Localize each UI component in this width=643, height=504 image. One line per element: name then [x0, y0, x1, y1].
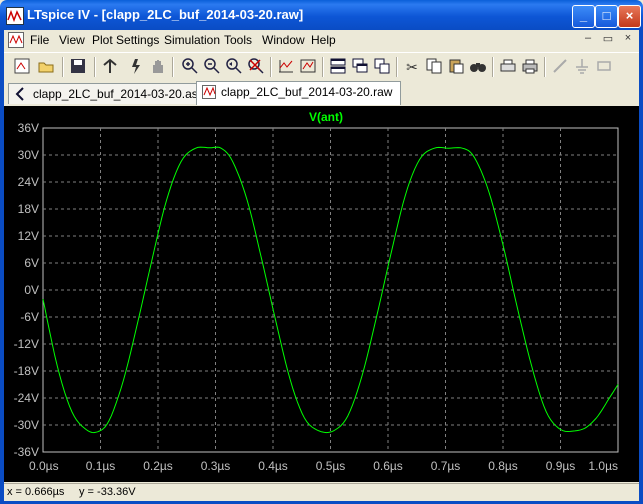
- maximize-button[interactable]: □: [595, 5, 618, 28]
- x-tick-label: 0.5µs: [316, 459, 346, 473]
- y-tick-label: -6V: [20, 310, 39, 324]
- toolbar-separator: [322, 57, 324, 77]
- zoom-out-icon[interactable]: [202, 57, 222, 77]
- toolbar: ✂: [4, 52, 639, 82]
- menu-view[interactable]: View: [59, 33, 85, 47]
- paste-icon[interactable]: [446, 57, 466, 77]
- mdi-minimize-button[interactable]: –: [580, 32, 596, 47]
- menu-tools[interactable]: Tools: [224, 33, 252, 47]
- zoom-back-icon[interactable]: [224, 57, 244, 77]
- window-frame-right: [639, 30, 643, 504]
- window-title: LTspice IV - [clapp_2LC_buf_2014-03-20.r…: [27, 7, 304, 22]
- y-tick-label: 0V: [24, 283, 39, 297]
- save-icon[interactable]: [68, 57, 88, 77]
- copy-icon[interactable]: [424, 57, 444, 77]
- cut-icon[interactable]: ✂: [402, 57, 422, 77]
- cascade-icon[interactable]: [350, 57, 370, 77]
- autorange-icon[interactable]: [276, 57, 296, 77]
- waveform-icon: [202, 85, 216, 99]
- y-tick-label: 18V: [18, 202, 39, 216]
- x-axis-ticks: 0.0µs 0.1µs 0.2µs 0.3µs 0.4µs 0.5µs 0.6µs 0.7µs…: [29, 459, 618, 473]
- y-tick-label: 12V: [18, 229, 39, 243]
- y-axis-ticks: 36V 30V 24V 18V 12V 6V 0V -6V -12V -18V -24V -30V -3…: [14, 121, 39, 459]
- toolbar-separator: [172, 57, 174, 77]
- y-tick-label: -12V: [14, 337, 39, 351]
- toolbar-separator: [94, 57, 96, 77]
- new-schematic-icon[interactable]: [12, 57, 32, 77]
- tab-waveform[interactable]: clapp_2LC_buf_2014-03-20.raw: [196, 81, 402, 105]
- menu-file[interactable]: File: [30, 33, 49, 47]
- zoom-in-icon[interactable]: [180, 57, 200, 77]
- x-tick-label: 0.1µs: [86, 459, 116, 473]
- toolbar-separator: [544, 57, 546, 77]
- minimize-button[interactable]: _: [572, 5, 595, 28]
- status-bar: x = 0.666µs y = -33.36V: [4, 483, 639, 501]
- print-icon[interactable]: [520, 57, 540, 77]
- close-icon: ×: [625, 8, 634, 23]
- open-icon[interactable]: [36, 57, 56, 77]
- y-tick-label: 6V: [24, 256, 39, 270]
- y-tick-label: -36V: [14, 445, 39, 459]
- title-bar[interactable]: LTspice IV - [clapp_2LC_buf_2014-03-20.r…: [0, 0, 643, 30]
- tab-waveform-label: clapp_2LC_buf_2014-03-20.raw: [221, 85, 393, 99]
- ground-icon[interactable]: [572, 57, 592, 77]
- tab-schematic-label: clapp_2LC_buf_2014-03-20.asc: [33, 87, 204, 101]
- close-button[interactable]: ×: [618, 5, 641, 28]
- waveform-plot[interactable]: V(ant) 36V 30V 24V 18V 12V 6V 0V -6V -12V -18V -24…: [4, 106, 639, 482]
- y-tick-label: -30V: [14, 418, 39, 432]
- find-icon[interactable]: [468, 57, 488, 77]
- y-tick-label: -18V: [14, 364, 39, 378]
- mdi-restore-button[interactable]: ▭: [600, 32, 616, 47]
- component-icon[interactable]: [594, 57, 614, 77]
- x-tick-label: 0.9µs: [546, 459, 576, 473]
- menu-bar: File View Plot Settings Simulation Tools…: [4, 30, 639, 50]
- schematic-icon: [14, 87, 28, 101]
- minimize-icon: _: [579, 8, 588, 23]
- x-tick-label: 0.4µs: [258, 459, 288, 473]
- menu-plot-settings[interactable]: Plot Settings: [92, 33, 159, 47]
- cursor-x-readout: x = 0.666µs: [7, 486, 65, 498]
- ltspice-app-icon[interactable]: [6, 7, 24, 25]
- maximize-icon: □: [602, 8, 611, 23]
- plot-grid: [42, 127, 619, 453]
- y-tick-label: 36V: [18, 121, 39, 135]
- toolbar-separator: [396, 57, 398, 77]
- document-tabs: clapp_2LC_buf_2014-03-20.asc clapp_2LC_b…: [4, 81, 639, 105]
- draw-line-icon[interactable]: [550, 57, 570, 77]
- tile-horizontal-icon[interactable]: [328, 57, 348, 77]
- control-panel-icon[interactable]: [100, 57, 120, 77]
- menu-help[interactable]: Help: [311, 33, 336, 47]
- x-tick-label: 0.0µs: [29, 459, 59, 473]
- y-tick-label: 30V: [18, 148, 39, 162]
- halt-icon[interactable]: [148, 57, 168, 77]
- trace-label[interactable]: V(ant): [309, 110, 343, 124]
- x-tick-label: 0.6µs: [373, 459, 403, 473]
- x-tick-label: 0.8µs: [488, 459, 518, 473]
- mdi-close-button[interactable]: ×: [620, 32, 636, 47]
- x-tick-label: 0.2µs: [143, 459, 173, 473]
- y-tick-label: -24V: [14, 391, 39, 405]
- print-setup-icon[interactable]: [498, 57, 518, 77]
- toolbar-separator: [492, 57, 494, 77]
- menu-window[interactable]: Window: [262, 33, 305, 47]
- menu-simulation[interactable]: Simulation: [164, 33, 220, 47]
- toolbar-separator: [270, 57, 272, 77]
- cursor-y-readout: y = -33.36V: [79, 486, 136, 498]
- x-tick-label: 0.7µs: [431, 459, 461, 473]
- y-tick-label: 24V: [18, 175, 39, 189]
- fit-icon[interactable]: [298, 57, 318, 77]
- x-tick-label: 0.3µs: [201, 459, 231, 473]
- waveform-plot-pane[interactable]: V(ant) 36V 30V 24V 18V 12V 6V 0V -6V -12V -18V -24…: [4, 106, 639, 482]
- tile-vertical-icon[interactable]: [372, 57, 392, 77]
- waveform-doc-icon[interactable]: [8, 32, 24, 48]
- tab-schematic[interactable]: clapp_2LC_buf_2014-03-20.asc: [8, 83, 213, 104]
- toolbar-separator: [62, 57, 64, 77]
- zoom-cancel-icon[interactable]: [246, 57, 266, 77]
- run-icon[interactable]: [126, 57, 146, 77]
- x-tick-label: 1.0µs: [588, 459, 618, 473]
